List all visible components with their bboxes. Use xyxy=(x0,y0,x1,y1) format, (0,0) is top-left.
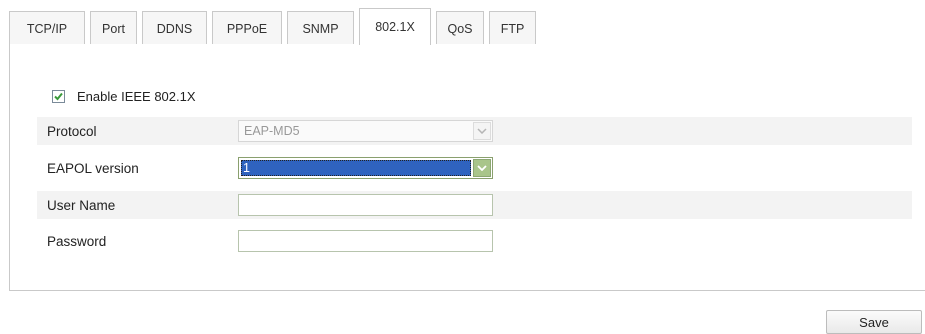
protocol-select[interactable]: EAP-MD5 xyxy=(238,120,493,142)
chevron-down-icon xyxy=(473,122,491,140)
tab-qos[interactable]: QoS xyxy=(436,11,484,45)
tab-tcp-ip[interactable]: TCP/IP xyxy=(9,11,85,45)
tab-ftp[interactable]: FTP xyxy=(489,11,536,45)
eapol-version-select[interactable]: 1 xyxy=(238,157,493,179)
eapol-version-value: 1 xyxy=(241,160,471,176)
protocol-value: EAP-MD5 xyxy=(244,124,300,138)
protocol-label: Protocol xyxy=(47,123,97,139)
user-name-label: User Name xyxy=(47,197,116,213)
tab-port[interactable]: Port xyxy=(90,11,137,45)
tab-pppoe[interactable]: PPPoE xyxy=(212,11,282,45)
enable-8021x-checkbox[interactable] xyxy=(52,89,65,103)
check-icon xyxy=(54,92,63,100)
save-button[interactable]: Save xyxy=(826,310,922,334)
tab-802-1x[interactable]: 802.1X xyxy=(359,8,431,46)
tab-ddns[interactable]: DDNS xyxy=(142,11,207,45)
enable-8021x-row: Enable IEEE 802.1X xyxy=(52,87,196,105)
password-input[interactable] xyxy=(238,230,493,252)
tab-bar: TCP/IP Port DDNS PPPoE SNMP 802.1X QoS F… xyxy=(9,8,541,46)
tab-snmp[interactable]: SNMP xyxy=(287,11,354,45)
eapol-version-label: EAPOL version xyxy=(47,160,139,176)
user-name-input[interactable] xyxy=(238,194,493,216)
password-label: Password xyxy=(47,233,107,249)
chevron-down-icon xyxy=(473,159,491,177)
enable-8021x-label: Enable IEEE 802.1X xyxy=(77,88,196,104)
